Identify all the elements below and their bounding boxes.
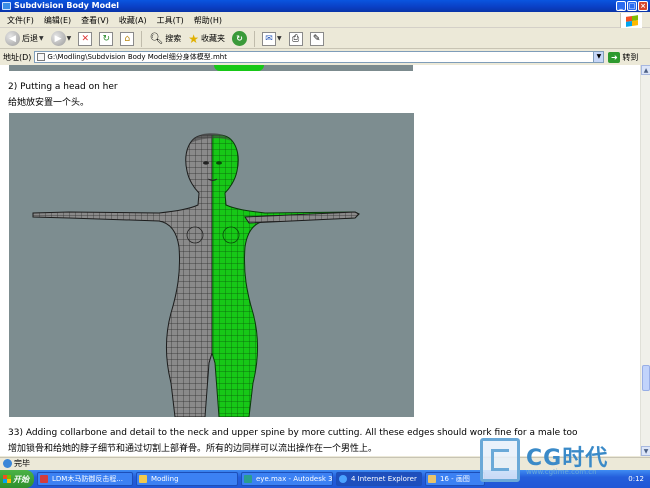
favorites-label: 收藏夹 (200, 34, 225, 43)
window-controls: _ □ × (616, 1, 648, 11)
media-icon: ↻ (231, 31, 247, 46)
start-button[interactable]: 开始 (0, 470, 34, 488)
print-icon: ⎙ (288, 31, 303, 46)
menu-view[interactable]: 查看(V) (76, 13, 114, 28)
page-content: 2) Putting a head on her 给她放安置一个头。 33) A… (0, 65, 640, 456)
page-icon (37, 53, 46, 61)
3dsmax-icon (244, 475, 252, 483)
menu-bar: 文件(F) 编辑(E) 查看(V) 收藏(A) 工具(T) 帮助(H) (0, 13, 650, 28)
task-label: LDM木马防御反击程... (52, 475, 124, 483)
edit-button[interactable]: ✎ (308, 30, 326, 48)
step-heading-en: 2) Putting a head on her (8, 82, 118, 92)
go-label: 转到 (622, 52, 639, 62)
minimize-button[interactable]: _ (616, 1, 626, 11)
star-icon: ★ (188, 31, 199, 46)
cgtime-watermark: CG时代 www.cgtime.com.cn (478, 434, 648, 488)
print-button[interactable]: ⎙ (287, 30, 305, 48)
task-label: Modling (151, 475, 179, 483)
taskbar-item-ldm[interactable]: LDM木马防御反击程... (37, 472, 133, 486)
task-label: eye.max - Autodesk 3... (256, 475, 333, 483)
body-model-illustration (32, 132, 360, 417)
close-button[interactable]: × (638, 1, 648, 11)
favorites-button[interactable]: ★ 收藏夹 (186, 30, 227, 48)
scrollbar-thumb[interactable] (642, 365, 650, 391)
chevron-down-icon: ▼ (66, 35, 72, 42)
windows-logo-icon (3, 475, 11, 483)
menu-favorites[interactable]: 收藏(A) (114, 13, 152, 28)
taskbar-item-3dsmax[interactable]: eye.max - Autodesk 3... (241, 472, 333, 486)
cgtime-logo-icon (480, 438, 520, 482)
task-label: 16 - 画图 (440, 475, 470, 483)
window-title-bar: Subdvision Body Model _ □ × (0, 0, 650, 12)
folder-icon (139, 475, 147, 483)
forward-button[interactable]: ▶ ▼ (49, 30, 74, 48)
previous-figure-image (9, 65, 413, 71)
step-caption-zh: 增加锁骨和给她的脖子细节和通过切割上部脊骨。所有的边同样可以流出操作在一个男性上… (8, 444, 378, 454)
scroll-up-button[interactable]: ▲ (641, 65, 650, 75)
search-icon: 🔍︎ (149, 32, 164, 45)
taskbar-item-modling[interactable]: Modling (136, 472, 238, 486)
mail-button[interactable]: ✉ ▼ (260, 30, 284, 48)
edit-icon: ✎ (309, 31, 324, 46)
search-button[interactable]: 🔍︎ 搜索 (147, 30, 183, 48)
go-button[interactable]: ➜ 转到 (608, 51, 639, 63)
address-dropdown-button[interactable]: ▼ (593, 52, 604, 62)
forward-arrow-icon: ▶ (50, 31, 66, 46)
address-input[interactable]: G:\Modling\Subdvision Body Model细分身体模型.m… (34, 51, 605, 63)
menu-edit[interactable]: 编辑(E) (39, 13, 76, 28)
paint-icon (428, 475, 436, 483)
stop-button[interactable]: ✕ (76, 30, 94, 48)
vertical-scrollbar[interactable]: ▲ ▼ (640, 65, 650, 456)
maximize-button[interactable]: □ (627, 1, 637, 11)
search-label: 搜索 (165, 34, 182, 43)
ie-app-icon (2, 2, 11, 10)
mail-icon: ✉ (261, 31, 276, 46)
back-arrow-icon: ◀ (5, 31, 20, 46)
refresh-button[interactable]: ↻ (97, 30, 115, 48)
task-label: 4 Internet Explorer (351, 475, 417, 483)
taskbar-item-paint[interactable]: 16 - 画图 (425, 472, 485, 486)
back-label: 后退 (22, 34, 38, 43)
windows-logo-icon (620, 13, 642, 28)
chevron-down-icon: ▼ (39, 35, 44, 42)
toolbar: ◀ 后退 ▼ ▶ ▼ ✕ ↻ ⌂ 🔍︎ 搜索 ★ 收藏夹 ↻ ✉ ▼ ⎙ ✎ (0, 29, 650, 49)
menu-tools[interactable]: 工具(T) (152, 13, 189, 28)
ie-icon (339, 475, 347, 483)
step-heading-zh: 给她放安置一个头。 (8, 98, 90, 108)
body-model-render-image (9, 113, 414, 417)
go-arrow-icon: ➜ (608, 51, 621, 63)
watermark-url: www.cgtime.com.cn (526, 468, 597, 476)
refresh-icon: ↻ (99, 31, 114, 46)
address-label: 地址(D) (3, 52, 32, 62)
ie-status-icon (3, 459, 12, 468)
toolbar-separator (141, 30, 143, 47)
media-button[interactable]: ↻ (230, 30, 249, 48)
status-text: 完毕 (14, 459, 30, 468)
menu-help[interactable]: 帮助(H) (189, 13, 227, 28)
start-label: 开始 (13, 474, 29, 484)
chevron-down-icon: ▼ (276, 35, 282, 42)
menu-file[interactable]: 文件(F) (2, 13, 39, 28)
shield-icon (40, 475, 48, 483)
taskbar-item-internet-explorer[interactable]: 4 Internet Explorer (336, 472, 422, 486)
home-icon: ⌂ (120, 31, 135, 46)
address-value: G:\Modling\Subdvision Body Model细分身体模型.m… (47, 53, 227, 61)
home-button[interactable]: ⌂ (118, 30, 136, 48)
toolbar-separator (253, 30, 255, 47)
window-title: Subdvision Body Model (14, 1, 120, 10)
stop-icon: ✕ (78, 31, 93, 46)
address-bar: 地址(D) G:\Modling\Subdvision Body Model细分… (0, 50, 650, 64)
back-button[interactable]: ◀ 后退 ▼ (3, 30, 46, 48)
